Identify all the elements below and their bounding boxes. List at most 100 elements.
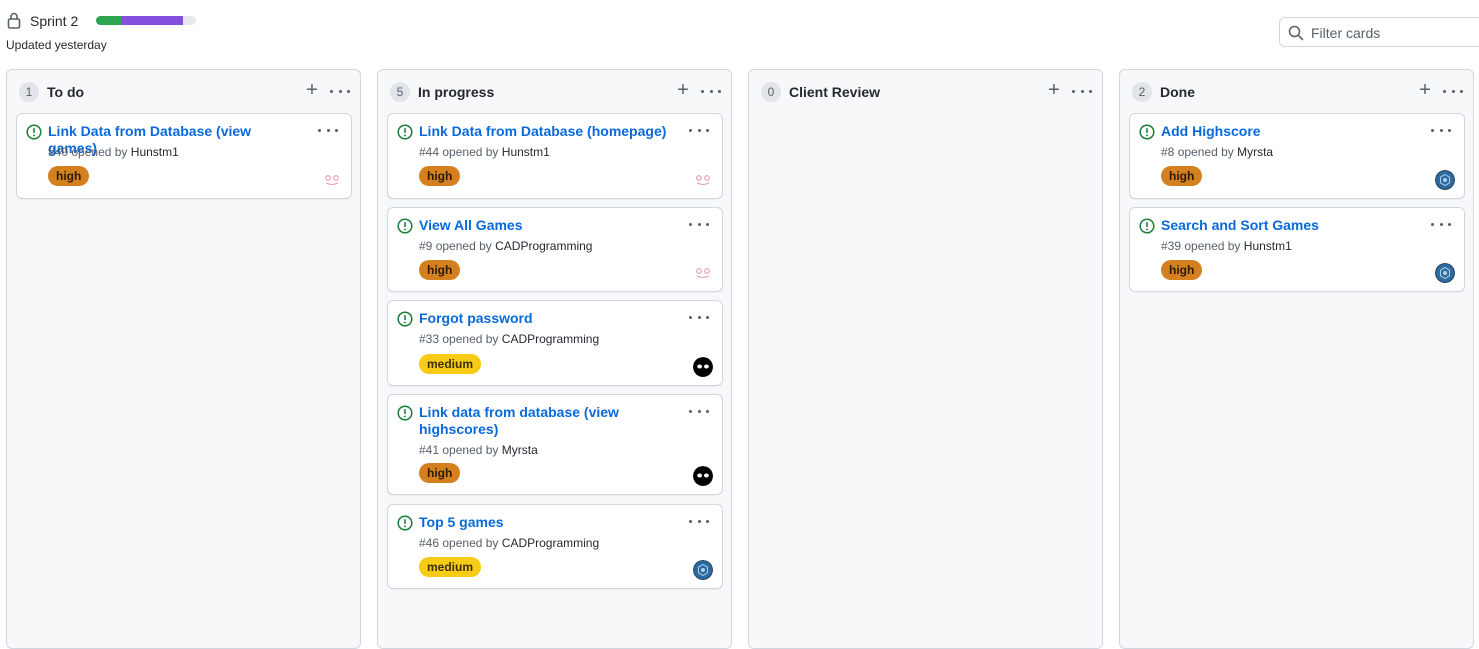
column-more-icon[interactable] xyxy=(330,86,350,96)
issue-author[interactable]: CADProgramming xyxy=(502,536,599,550)
assignee-avatar[interactable] xyxy=(693,357,713,377)
issue-number: #40 xyxy=(48,145,69,159)
priority-label[interactable]: medium xyxy=(419,557,482,577)
column-client-review: 0 Client Review + xyxy=(748,69,1103,649)
add-card-plus-icon[interactable]: + xyxy=(304,80,320,100)
column-header: 1 To do + xyxy=(7,70,360,112)
opened-by-text: opened by xyxy=(1184,239,1241,253)
issue-title-link[interactable]: View All Games xyxy=(419,217,669,234)
card-more-icon[interactable] xyxy=(689,125,709,135)
card-more-icon[interactable] xyxy=(689,406,709,416)
issue-card[interactable]: Add Highscore #8 opened by Myrsta high xyxy=(1129,113,1465,199)
column-more-icon[interactable] xyxy=(701,86,721,96)
assignee-avatar[interactable] xyxy=(693,466,713,486)
issue-opened-icon xyxy=(397,124,413,140)
add-card-plus-icon[interactable]: + xyxy=(1046,80,1062,100)
assignee-avatar[interactable] xyxy=(693,263,713,283)
issue-card[interactable]: View All Games #9 opened by CADProgrammi… xyxy=(387,207,723,292)
search-icon xyxy=(1288,25,1304,41)
assignee-avatar[interactable] xyxy=(693,170,713,190)
issue-author[interactable]: CADProgramming xyxy=(495,239,592,253)
column-header: 5 In progress + xyxy=(378,70,731,112)
opened-by-text: opened by xyxy=(442,536,499,550)
priority-label[interactable]: high xyxy=(1161,260,1203,280)
project-header: Sprint 2 Updated yesterday xyxy=(0,0,1479,66)
assignee-avatar[interactable] xyxy=(693,560,713,580)
priority-label[interactable]: high xyxy=(419,260,461,280)
issue-meta: #40 opened by Hunstm1 xyxy=(48,144,179,160)
issue-number: #39 xyxy=(1161,239,1182,253)
issue-author[interactable]: CADProgramming xyxy=(502,332,599,346)
project-title[interactable]: Sprint 2 xyxy=(30,12,78,30)
opened-by-text: opened by xyxy=(1177,145,1234,159)
issue-meta: #39 opened by Hunstm1 xyxy=(1161,238,1292,254)
priority-label[interactable]: high xyxy=(419,463,461,483)
column-title: Client Review xyxy=(789,84,881,100)
issue-meta: #9 opened by CADProgramming xyxy=(419,238,592,254)
issue-card[interactable]: Link Data from Database (view games) #40… xyxy=(16,113,352,199)
column-to-do: 1 To do + Link Data from Database (view … xyxy=(6,69,361,649)
issue-title-link[interactable]: Link Data from Database (homepage) xyxy=(419,123,669,140)
lock-icon xyxy=(7,12,21,29)
priority-label[interactable]: medium xyxy=(419,354,482,374)
opened-by-text: opened by xyxy=(442,145,499,159)
issue-number: #9 xyxy=(419,239,433,253)
issue-number: #41 xyxy=(419,443,440,457)
issue-title-link[interactable]: Search and Sort Games xyxy=(1161,217,1411,234)
issue-meta: #41 opened by Myrsta xyxy=(419,442,538,458)
issue-meta: #33 opened by CADProgramming xyxy=(419,331,599,347)
opened-by-text: opened by xyxy=(442,443,499,457)
issue-title-link[interactable]: Forgot password xyxy=(419,310,669,327)
issue-opened-icon xyxy=(397,311,413,327)
issue-author[interactable]: Myrsta xyxy=(502,443,538,457)
issue-author[interactable]: Hunstm1 xyxy=(1244,239,1292,253)
priority-label[interactable]: high xyxy=(419,166,461,186)
issue-number: #46 xyxy=(419,536,440,550)
column-title: Done xyxy=(1160,84,1195,100)
assignee-avatar[interactable] xyxy=(322,170,342,190)
card-more-icon[interactable] xyxy=(689,516,709,526)
column-card-count: 2 xyxy=(1132,82,1152,102)
issue-meta: #8 opened by Myrsta xyxy=(1161,144,1273,160)
issue-card[interactable]: Link Data from Database (homepage) #44 o… xyxy=(387,113,723,199)
column-card-count: 1 xyxy=(19,82,39,102)
card-more-icon[interactable] xyxy=(689,219,709,229)
issue-opened-icon xyxy=(397,515,413,531)
card-more-icon[interactable] xyxy=(318,125,338,135)
issue-title-link[interactable]: Top 5 games xyxy=(419,514,669,531)
add-card-plus-icon[interactable]: + xyxy=(1417,80,1433,100)
issue-number: #8 xyxy=(1161,145,1175,159)
issue-title-link[interactable]: Link data from database (view highscores… xyxy=(419,404,634,438)
column-card-count: 0 xyxy=(761,82,781,102)
assignee-avatar[interactable] xyxy=(1435,263,1455,283)
priority-label[interactable]: high xyxy=(48,166,90,186)
filter-cards-box[interactable] xyxy=(1279,17,1479,47)
opened-by-text: opened by xyxy=(71,145,128,159)
card-more-icon[interactable] xyxy=(1431,219,1451,229)
issue-number: #44 xyxy=(419,145,440,159)
issue-card[interactable]: Forgot password #33 opened by CADProgram… xyxy=(387,300,723,386)
issue-card[interactable]: Search and Sort Games #39 opened by Huns… xyxy=(1129,207,1465,292)
project-progress-bar xyxy=(96,16,196,25)
column-title: In progress xyxy=(418,84,495,100)
issue-author[interactable]: Hunstm1 xyxy=(502,145,550,159)
column-more-icon[interactable] xyxy=(1072,86,1092,96)
card-more-icon[interactable] xyxy=(1431,125,1451,135)
card-more-icon[interactable] xyxy=(689,312,709,322)
issue-opened-icon xyxy=(26,124,42,140)
column-title: To do xyxy=(47,84,85,100)
issue-title-link[interactable]: Add Highscore xyxy=(1161,123,1411,140)
add-card-plus-icon[interactable]: + xyxy=(675,80,691,100)
column-more-icon[interactable] xyxy=(1443,86,1463,96)
issue-card[interactable]: Link data from database (view highscores… xyxy=(387,394,723,495)
issue-author[interactable]: Myrsta xyxy=(1237,145,1273,159)
column-done: 2 Done + Add Highscore #8 opened by Myrs… xyxy=(1119,69,1474,649)
issue-author[interactable]: Hunstm1 xyxy=(131,145,179,159)
issue-meta: #46 opened by CADProgramming xyxy=(419,535,599,551)
priority-label[interactable]: high xyxy=(1161,166,1203,186)
issue-card[interactable]: Top 5 games #46 opened by CADProgramming… xyxy=(387,504,723,589)
opened-by-text: opened by xyxy=(442,332,499,346)
filter-cards-input[interactable] xyxy=(1311,23,1479,42)
assignee-avatar[interactable] xyxy=(1435,170,1455,190)
issue-opened-icon xyxy=(397,218,413,234)
